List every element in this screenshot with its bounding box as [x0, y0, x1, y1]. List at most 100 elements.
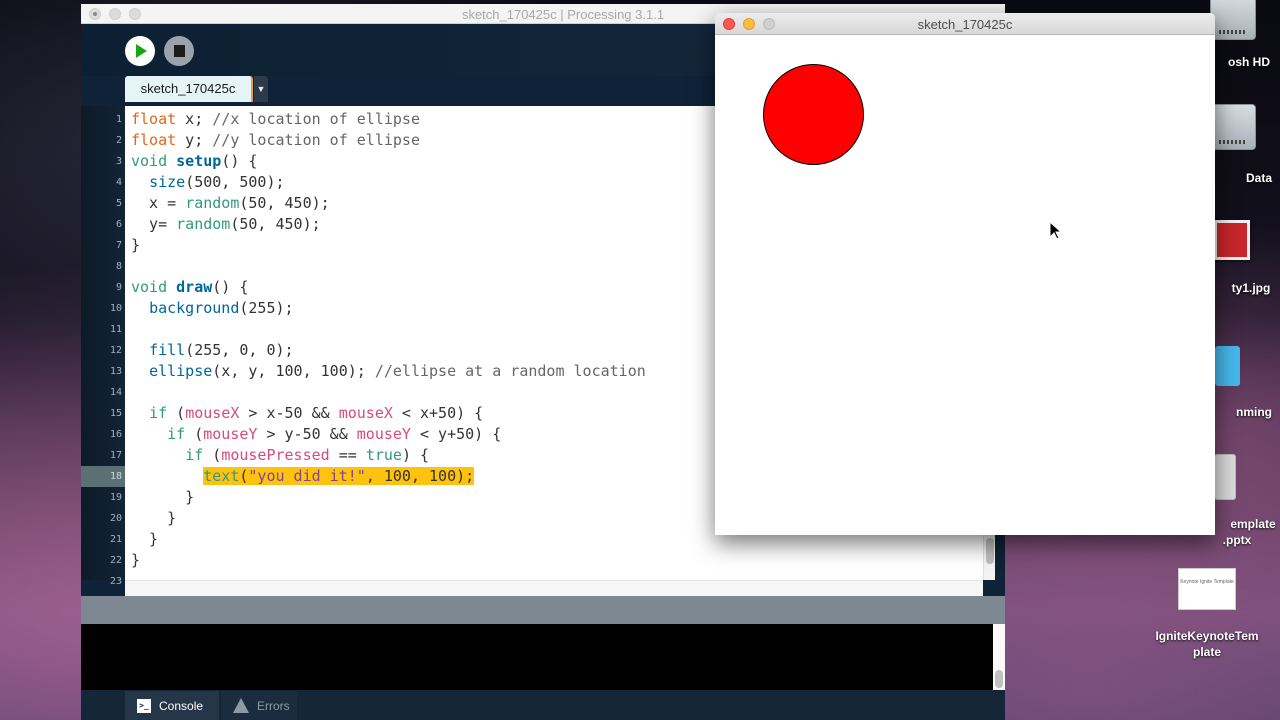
image-file-icon — [1214, 220, 1250, 260]
code-token: } — [131, 488, 195, 506]
desktop-icon-label-line2: plate — [1192, 645, 1221, 659]
line-number: 8 — [115, 261, 122, 272]
line-number: 10 — [109, 303, 122, 314]
code-token: (50, 450); — [230, 215, 321, 233]
keynote-thumb-text: Keynote Ignite Template — [1180, 579, 1234, 585]
console-scrollbar[interactable] — [993, 624, 1005, 690]
tab-console[interactable]: >_ Console — [125, 691, 219, 720]
sketch-titlebar[interactable]: sketch_170425c — [715, 13, 1215, 35]
tab-sketch[interactable]: sketch_170425c — [125, 76, 253, 102]
console-output[interactable] — [81, 624, 993, 690]
code-token: () { — [212, 278, 249, 296]
line-number: 6 — [115, 219, 122, 230]
line-number: 1 — [115, 114, 122, 125]
line-number: 2 — [115, 135, 122, 146]
code-token: y= — [131, 215, 177, 233]
line-number: 11 — [109, 324, 122, 335]
code-token: y; — [176, 131, 213, 149]
sketch-canvas[interactable] — [715, 35, 1215, 535]
status-bar — [81, 596, 1005, 624]
code-token: () { — [221, 152, 258, 170]
desktop-icon-keynote[interactable]: Keynote Ignite Template IgniteKeynoteTem… — [1147, 568, 1267, 660]
code-token: (500, 500); — [185, 173, 285, 191]
code-token: text — [203, 467, 240, 485]
ide-footer: >_ Console Errors — [81, 690, 1005, 720]
code-token: void — [131, 278, 177, 296]
line-number: 13 — [109, 366, 122, 377]
code-token: fill — [149, 341, 186, 359]
code-token: > y-50 && — [257, 425, 357, 443]
hard-drive-icon — [1210, 0, 1256, 40]
stop-button[interactable] — [164, 36, 194, 66]
code-token: (255); — [239, 299, 294, 317]
code-token: } — [131, 530, 159, 548]
folder-icon — [1215, 346, 1240, 386]
code-token: //y location of ellipse — [212, 131, 420, 149]
code-token: mouseX — [338, 404, 393, 422]
code-token: ( — [203, 446, 222, 464]
editor-horizontal-scrollbar[interactable] — [125, 580, 983, 596]
code-token: if — [167, 425, 186, 443]
line-number: 20 — [109, 513, 122, 524]
code-token: ) { — [401, 446, 430, 464]
mouse-cursor-icon — [1049, 221, 1063, 240]
warning-icon — [233, 698, 249, 713]
line-number: 14 — [109, 387, 122, 398]
keynote-file-icon: Keynote Ignite Template — [1178, 568, 1236, 610]
line-number: 12 — [109, 345, 122, 356]
tab-console-label: Console — [159, 698, 204, 713]
code-token: mouseX — [185, 404, 240, 422]
code-token: true — [365, 446, 402, 464]
red-ellipse[interactable] — [763, 64, 864, 165]
stop-icon — [173, 45, 185, 57]
desktop-icon-label: IgniteKeynoteTem — [1155, 629, 1259, 643]
presentation-file-icon — [1214, 454, 1236, 500]
code-token: > x-50 && — [239, 404, 339, 422]
code-token: x; — [176, 110, 213, 128]
code-token: "you did it!" — [248, 467, 366, 485]
line-number: 15 — [109, 408, 122, 419]
code-token: == — [329, 446, 366, 464]
code-token: mouseY — [203, 425, 258, 443]
code-token: < x+50) { — [392, 404, 484, 422]
code-token: mouseY — [356, 425, 411, 443]
line-number-gutter: 1 2 3 4 5 6 7 8 9 10 11 12 13 14 15 16 17 18 19 20 21 22 23 — [81, 106, 125, 587]
code-line[interactable]: } — [125, 550, 993, 571]
code-token: (50, 450); — [239, 194, 330, 212]
sketch-output-window: sketch_170425c — [715, 13, 1215, 535]
tab-menu-button[interactable]: ▼ — [254, 76, 268, 102]
scrollbar-thumb[interactable] — [995, 670, 1003, 688]
code-token: if — [149, 404, 168, 422]
scrollbar-thumb[interactable] — [986, 538, 994, 564]
code-token: ( — [167, 404, 186, 422]
code-token: ellipse — [149, 362, 213, 380]
code-token: } — [131, 551, 141, 569]
code-token: random — [176, 215, 231, 233]
console-icon: >_ — [137, 698, 151, 713]
line-number: 18 — [81, 466, 125, 487]
code-token: random — [185, 194, 240, 212]
sketch-window-title: sketch_170425c — [917, 17, 1013, 32]
code-token: background — [149, 299, 240, 317]
code-token: float — [131, 110, 177, 128]
code-token: x = — [131, 194, 186, 212]
line-number: 23 — [109, 576, 122, 587]
tab-errors[interactable]: Errors — [221, 691, 297, 720]
line-number: 7 — [115, 240, 122, 251]
hard-drive-icon — [1210, 104, 1256, 150]
line-number: 22 — [109, 555, 122, 566]
play-icon — [136, 44, 147, 58]
code-token: (255, 0, 0); — [185, 341, 294, 359]
run-button[interactable] — [125, 36, 155, 66]
line-number: 21 — [109, 534, 122, 545]
tab-errors-label: Errors — [257, 698, 290, 713]
code-token: (x, y, 100, 100); — [212, 362, 375, 380]
code-token: mousePressed — [221, 446, 330, 464]
